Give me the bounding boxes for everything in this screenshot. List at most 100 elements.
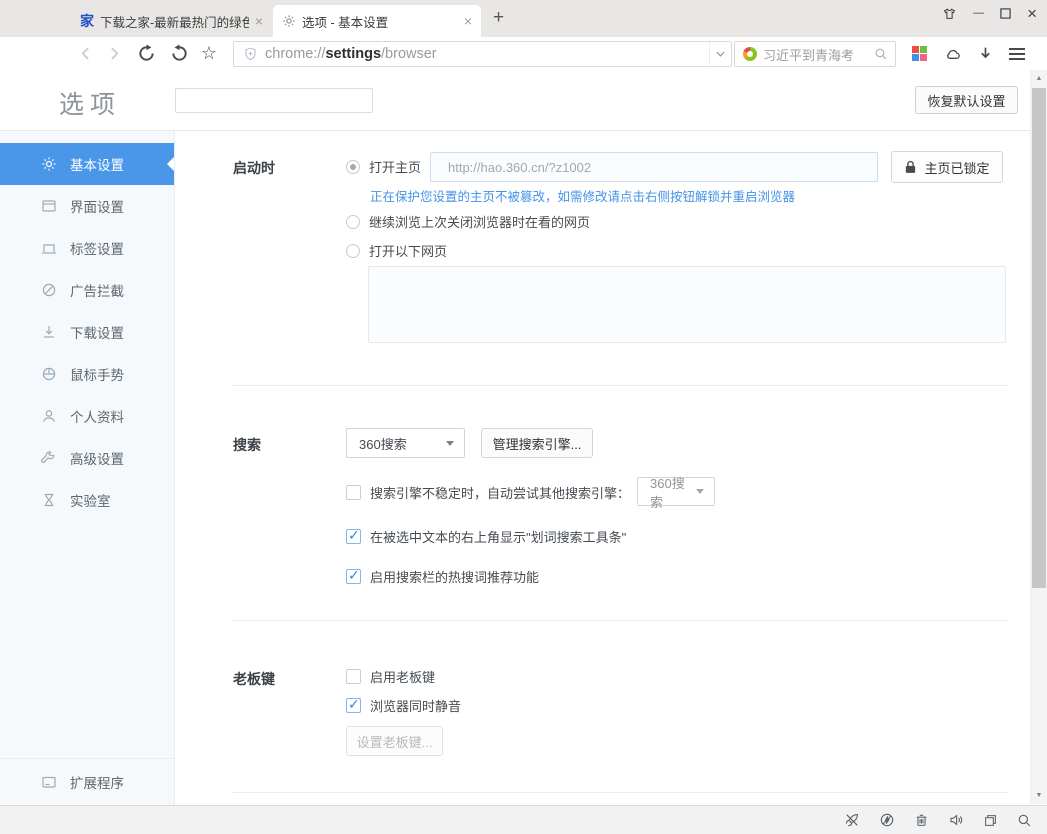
radio-continue-last-session[interactable]	[346, 214, 360, 229]
checkbox-word-search-toolbar[interactable]	[346, 527, 361, 544]
settings-sidebar: 基本设置 界面设置 标签设置 广告拦截 下载设置 鼠标手势 个人资料 高级设置 …	[0, 131, 175, 805]
scrollbar-thumb[interactable]	[1032, 88, 1046, 588]
tab-settings[interactable]: 选项 - 基本设置 ×	[273, 5, 481, 37]
theme-shirt-icon[interactable]	[942, 7, 957, 21]
settings-content: 启动时 打开主页 主页已锁定 正在保护您设置的主页不被篡改，如需修改请点击右侧按…	[175, 131, 1030, 805]
sidebar-item-basic-settings[interactable]: 基本设置	[0, 143, 174, 185]
options-header: 选项 恢复默认设置	[0, 70, 1047, 131]
cloud-sync-icon[interactable]	[943, 37, 963, 70]
page-title: 选项	[59, 91, 122, 119]
flask-icon	[41, 492, 57, 508]
sidebar-item-interface-settings[interactable]: 界面设置	[0, 185, 174, 227]
toolbar: ☆ chrome://settings/browser 习近平到青海考	[0, 37, 1047, 70]
sidebar-item-download-settings[interactable]: 下载设置	[0, 311, 174, 353]
download-manager-icon[interactable]	[977, 37, 994, 70]
status-bar	[0, 805, 1047, 834]
maximize-button[interactable]	[1000, 8, 1011, 19]
sidebar-item-profile[interactable]: 个人资料	[0, 395, 174, 437]
sidebar-item-extensions[interactable]: 扩展程序	[0, 758, 174, 805]
sidebar-item-label: 广告拦截	[70, 284, 124, 299]
tab-title: 下载之家-最新最热门的绿色	[100, 15, 249, 30]
tab-close-icon[interactable]: ×	[464, 14, 472, 28]
homepage-locked-label: 主页已锁定	[924, 160, 990, 176]
sidebar-item-tab-settings[interactable]: 标签设置	[0, 227, 174, 269]
default-engine-select[interactable]: 360搜索	[346, 428, 465, 458]
hot-words-label: 启用搜索栏的热搜词推荐功能	[370, 570, 540, 585]
360-search-logo-icon	[743, 47, 757, 61]
home-favicon: 家	[80, 13, 94, 29]
checkbox-engine-fallback[interactable]	[346, 485, 361, 500]
sidebar-item-label: 高级设置	[70, 452, 124, 467]
radio-open-pages[interactable]	[346, 243, 360, 258]
zoom-icon[interactable]	[1017, 813, 1032, 828]
sidebar-item-label: 界面设置	[70, 200, 124, 215]
person-icon	[41, 408, 57, 424]
tab-title: 选项 - 基本设置	[302, 15, 389, 30]
chevron-down-icon	[696, 489, 704, 494]
app-grid-icon[interactable]	[912, 37, 927, 70]
section-divider	[233, 620, 1007, 621]
homepage-locked-button[interactable]: 主页已锁定	[891, 151, 1003, 183]
sidebar-item-advanced-settings[interactable]: 高级设置	[0, 437, 174, 479]
address-dropdown-button[interactable]	[709, 42, 731, 66]
speaker-icon[interactable]	[948, 812, 964, 828]
back-button[interactable]	[76, 45, 96, 62]
menu-icon[interactable]	[1008, 37, 1026, 70]
flash-blocked-icon[interactable]	[879, 812, 895, 828]
gear-icon	[41, 156, 57, 172]
forward-button[interactable]	[103, 45, 123, 62]
scroll-up-icon[interactable]: ▲	[1031, 70, 1047, 87]
sidebar-item-label: 标签设置	[70, 242, 124, 257]
fallback-engine-select[interactable]: 360搜索	[637, 476, 715, 510]
section-divider	[233, 385, 1007, 386]
sidebar-item-lab[interactable]: 实验室	[0, 479, 174, 521]
reload-button[interactable]	[136, 44, 156, 63]
chevron-down-icon	[446, 440, 454, 446]
open-homepage-label: 打开主页	[369, 160, 422, 175]
address-bar[interactable]: chrome://settings/browser	[233, 41, 732, 67]
sidebar-item-label: 个人资料	[70, 410, 124, 425]
section-label-startup: 启动时	[233, 160, 275, 176]
block-icon	[41, 282, 57, 298]
close-button[interactable]: ×	[1027, 5, 1037, 22]
download-icon	[41, 324, 57, 340]
search-magnifier-icon[interactable]	[874, 47, 888, 61]
url-text[interactable]: chrome://settings/browser	[265, 46, 709, 62]
new-tab-button[interactable]: +	[493, 8, 504, 27]
window-icon	[41, 198, 57, 214]
startup-pages-textarea[interactable]	[368, 266, 1006, 343]
section-divider	[233, 792, 1007, 793]
undo-restore-button[interactable]	[169, 44, 189, 63]
continue-last-session-label: 继续浏览上次关闭浏览器时在看的网页	[369, 215, 591, 230]
checkbox-mute-browser[interactable]	[346, 696, 361, 713]
homepage-protect-notice: 正在保护您设置的主页不被篡改，如需修改请点击右侧按钮解锁并重启浏览器	[370, 190, 796, 204]
scroll-down-icon[interactable]: ▼	[1031, 787, 1047, 804]
speed-mode-disabled-icon[interactable]	[844, 812, 860, 828]
checkbox-hot-words[interactable]	[346, 567, 361, 584]
fallback-engine-value: 360搜索	[650, 475, 685, 510]
sidebar-item-label: 扩展程序	[70, 776, 124, 791]
card-icon	[41, 774, 57, 790]
checkbox-enable-bosskey[interactable]	[346, 669, 361, 684]
manage-engines-button[interactable]: 管理搜索引擎...	[481, 428, 593, 458]
enable-bosskey-label: 启用老板键	[370, 670, 436, 685]
window-scale-icon[interactable]	[983, 813, 998, 828]
vertical-scrollbar[interactable]: ▲ ▼	[1030, 70, 1047, 804]
homepage-url-input[interactable]	[430, 152, 878, 182]
minimize-button[interactable]: —	[973, 8, 984, 19]
favorite-star-icon[interactable]: ☆	[199, 43, 219, 64]
tab-close-icon[interactable]: ×	[255, 14, 263, 28]
search-box[interactable]: 习近平到青海考	[734, 41, 896, 67]
search-query-text[interactable]: 习近平到青海考	[763, 45, 874, 64]
set-bosskey-button: 设置老板键...	[346, 726, 443, 756]
sidebar-item-ad-block[interactable]: 广告拦截	[0, 269, 174, 311]
settings-search-input[interactable]	[175, 88, 373, 113]
radio-open-homepage[interactable]	[346, 159, 360, 174]
restore-defaults-button[interactable]: 恢复默认设置	[915, 86, 1018, 114]
titlebar: 家 下载之家-最新最热门的绿色 × 选项 - 基本设置 × + — ×	[0, 0, 1047, 37]
sidebar-item-mouse-gestures[interactable]: 鼠标手势	[0, 353, 174, 395]
wrench-icon	[41, 450, 57, 466]
gear-icon	[282, 14, 296, 28]
trash-icon[interactable]	[914, 812, 929, 828]
tab-download-home[interactable]: 家 下载之家-最新最热门的绿色 ×	[71, 5, 272, 37]
